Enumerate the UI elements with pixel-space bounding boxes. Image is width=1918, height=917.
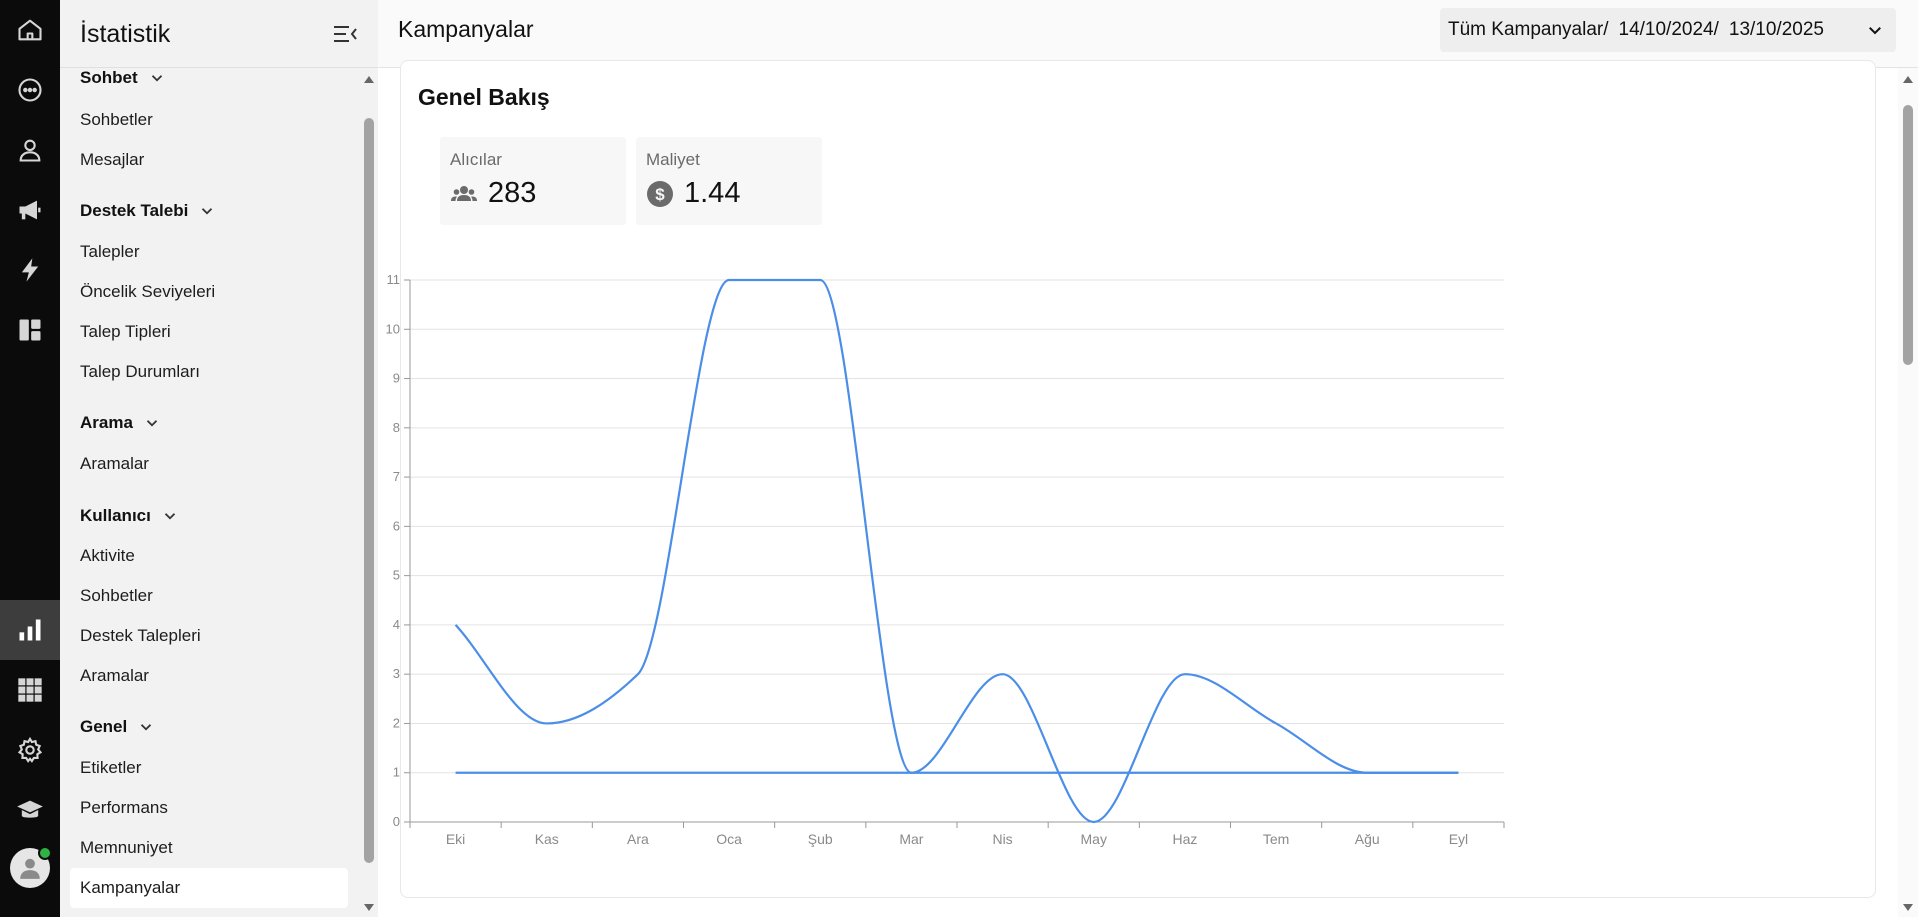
campaign-line-chart: 0 1 2 3 4 5 6 7 8 9 10 11 Eki Kas Ara Oca Şub Mar Nis May Ha… <box>386 272 1505 847</box>
graduation-cap-icon <box>17 800 43 818</box>
x-tick-label: Eyl <box>1449 831 1468 847</box>
scroll-up-arrow-icon[interactable] <box>1903 76 1913 83</box>
gear-icon <box>17 736 43 763</box>
y-tick-label: 11 <box>387 272 401 287</box>
sidebar-item-kampanyalar[interactable]: Kampanyalar <box>70 868 348 908</box>
section-arama[interactable]: Arama <box>80 413 161 433</box>
section-title: Destek Talebi <box>80 201 189 220</box>
academy-rail-button[interactable] <box>0 780 60 840</box>
chevron-down-icon <box>164 513 175 520</box>
chat-icon <box>18 78 42 102</box>
y-tick-label: 0 <box>393 814 400 829</box>
app-root: İstatistik Sohbet Sohbetler Mesajlar Des… <box>0 0 1918 917</box>
scroll-down-arrow-icon[interactable] <box>364 904 374 911</box>
sidebar-item-talep-durumlari[interactable]: Talep Durumları <box>80 352 350 392</box>
sidebar-item-mesajlar[interactable]: Mesajlar <box>80 140 350 180</box>
chevron-down-icon <box>141 724 152 731</box>
x-tick-label: Nis <box>992 831 1012 847</box>
content-scrollbar-thumb[interactable] <box>1903 105 1913 365</box>
x-tick-label: Mar <box>899 831 923 847</box>
x-tick-label: Tem <box>1263 831 1289 847</box>
y-tick-label: 6 <box>393 518 400 533</box>
x-tick-label: Haz <box>1172 831 1197 847</box>
sidebar-item-etiketler[interactable]: Etiketler <box>80 748 350 788</box>
sidebar-scroll-area: Sohbet Sohbetler Mesajlar Destek Talebi … <box>60 68 360 917</box>
section-destek-talebi[interactable]: Destek Talebi <box>80 201 216 221</box>
section-kullanici[interactable]: Kullanıcı <box>80 506 179 526</box>
series-line-1 <box>454 278 1459 824</box>
section-genel[interactable]: Genel <box>80 717 155 737</box>
icon-rail <box>0 0 60 917</box>
apps-grid-rail-button[interactable] <box>0 660 60 720</box>
sidebar-header: İstatistik <box>60 0 378 68</box>
chart-rail-button[interactable] <box>0 600 60 660</box>
chevron-down-icon <box>146 420 158 427</box>
sidebar-item-sohbetler[interactable]: Sohbetler <box>80 100 350 140</box>
main-content: Kampanyalar Tüm Kampanyalar/ 14/10/2024/… <box>378 0 1918 917</box>
y-tick-label: 4 <box>393 617 400 632</box>
chart-icon <box>19 619 41 641</box>
sidebar-item-memnuniyet[interactable]: Memnuniyet <box>80 828 350 868</box>
x-tick-label: Eki <box>446 831 465 847</box>
y-tick-label: 7 <box>393 469 400 484</box>
user-rail-button[interactable] <box>0 120 60 180</box>
y-tick-label: 2 <box>393 715 400 730</box>
x-tick-label: Ara <box>627 831 649 847</box>
user-icon <box>19 139 41 162</box>
online-status-dot <box>38 846 52 860</box>
sidebar-item-performans[interactable]: Performans <box>80 788 350 828</box>
y-tick-label: 8 <box>393 420 400 435</box>
section-title: Kullanıcı <box>80 506 151 525</box>
section-title: Sohbet <box>80 68 138 87</box>
y-tick-label: 9 <box>393 371 400 386</box>
sidebar-item-oncelik-seviyeleri[interactable]: Öncelik Seviyeleri <box>80 272 350 312</box>
chevron-down-icon <box>151 75 162 82</box>
sidebar-item-aktivite[interactable]: Aktivite <box>80 536 350 576</box>
sidebar-item-aramalar[interactable]: Aramalar <box>80 444 350 484</box>
megaphone-rail-button[interactable] <box>0 180 60 240</box>
settings-rail-button[interactable] <box>0 720 60 780</box>
bolt-icon <box>21 258 39 282</box>
sidebar-item-talep-tipleri[interactable]: Talep Tipleri <box>80 312 350 352</box>
statistics-sidebar: İstatistik Sohbet Sohbetler Mesajlar Des… <box>60 0 378 917</box>
chevron-down-icon <box>202 208 213 215</box>
scroll-down-arrow-icon[interactable] <box>1903 904 1913 911</box>
y-tick-label: 5 <box>393 568 400 583</box>
y-tick-label: 10 <box>386 321 400 336</box>
avatar[interactable] <box>10 846 52 888</box>
dashboard-rail-button[interactable] <box>0 300 60 360</box>
sidebar-item-talepler[interactable]: Talepler <box>80 232 350 272</box>
chat-rail-button[interactable] <box>0 60 60 120</box>
dashboard-icon <box>19 319 41 341</box>
x-tick-label: Oca <box>716 831 742 847</box>
home-icon <box>18 19 42 41</box>
collapse-menu-icon[interactable] <box>330 20 360 48</box>
y-tick-label: 3 <box>393 666 400 681</box>
person-avatar-icon <box>20 858 40 879</box>
x-tick-label: Şub <box>808 831 833 847</box>
sidebar-item-kullanici-aramalar[interactable]: Aramalar <box>80 656 350 696</box>
x-tick-label: May <box>1081 831 1107 847</box>
bolt-rail-button[interactable] <box>0 240 60 300</box>
home-rail-button[interactable] <box>0 0 60 60</box>
megaphone-icon <box>19 200 41 220</box>
section-title: Genel <box>80 717 128 736</box>
sidebar-title: İstatistik <box>80 20 171 48</box>
section-sohbet[interactable]: Sohbet <box>80 68 166 88</box>
scroll-up-arrow-icon[interactable] <box>364 76 374 83</box>
apps-grid-icon <box>18 678 42 702</box>
x-tick-label: Ağu <box>1355 831 1380 847</box>
sidebar-item-kullanici-sohbetler[interactable]: Sohbetler <box>80 576 350 616</box>
sidebar-item-destek-talepleri[interactable]: Destek Talepleri <box>80 616 350 656</box>
section-title: Arama <box>80 413 133 432</box>
sidebar-scrollbar-thumb[interactable] <box>364 118 374 863</box>
y-tick-label: 1 <box>393 765 400 780</box>
x-tick-label: Kas <box>535 831 559 847</box>
